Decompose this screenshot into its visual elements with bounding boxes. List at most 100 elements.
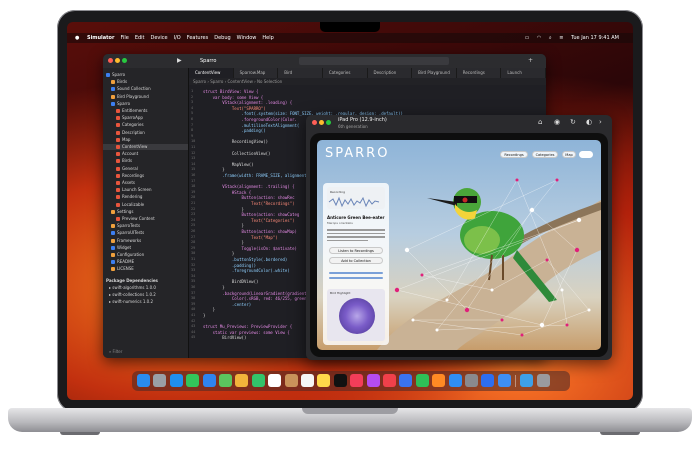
launchpad-icon[interactable] bbox=[153, 374, 167, 387]
settings-icon[interactable] bbox=[465, 374, 478, 387]
keynote-icon[interactable] bbox=[399, 374, 413, 387]
appearance-icon[interactable]: ◐ bbox=[586, 118, 592, 126]
sidebar-item[interactable]: Settings bbox=[103, 209, 188, 215]
numbers-icon[interactable] bbox=[415, 374, 429, 387]
sidebar-item[interactable]: Configuration bbox=[103, 252, 188, 258]
editor-tab[interactable]: Bird bbox=[278, 68, 323, 78]
sidebar-item[interactable]: Localizable bbox=[103, 202, 188, 208]
minimize-window-button[interactable] bbox=[115, 58, 120, 63]
sidebar-item[interactable]: SparroApp bbox=[103, 115, 188, 121]
podcasts-icon[interactable] bbox=[366, 374, 380, 387]
menu-clock[interactable]: Tue Jan 17 9:41 AM bbox=[571, 33, 619, 43]
add-library-icon[interactable]: + bbox=[528, 57, 533, 64]
package-item[interactable]: ▸ swift-algorithms 1.0.0 bbox=[103, 285, 188, 291]
menu-item-simulator[interactable]: Simulator bbox=[87, 33, 114, 43]
sidebar-item[interactable]: Sound Collection bbox=[103, 86, 188, 92]
sidebar-item[interactable]: Rendering bbox=[103, 194, 188, 200]
simulator-icon[interactable] bbox=[497, 374, 511, 387]
sidebar-item[interactable]: Entitlements bbox=[103, 108, 188, 114]
finder-icon[interactable] bbox=[137, 374, 150, 387]
zoom-window-button[interactable] bbox=[122, 58, 127, 63]
package-item[interactable]: ▸ swift-collections 1.0.2 bbox=[103, 292, 188, 298]
contacts-icon[interactable] bbox=[284, 374, 298, 387]
sidebar-item[interactable]: Description bbox=[103, 130, 188, 136]
code-line[interactable]: .padding() bbox=[203, 128, 266, 134]
editor-tab[interactable]: Sparrow.Map bbox=[234, 68, 279, 78]
mail-icon[interactable] bbox=[202, 374, 216, 387]
scheme-name[interactable]: Sparro bbox=[200, 58, 216, 64]
editor-tab[interactable]: Description bbox=[368, 68, 413, 78]
apple-menu-icon[interactable]: ● bbox=[75, 33, 79, 43]
app-toggle[interactable] bbox=[579, 151, 593, 158]
menu-item-edit[interactable]: Edit bbox=[135, 33, 145, 43]
sidebar-item[interactable]: Widget bbox=[103, 245, 188, 251]
minimize-simulator-button[interactable] bbox=[319, 120, 324, 125]
sidebar-item[interactable]: Recordings bbox=[103, 173, 188, 179]
editor-tab[interactable]: Launch bbox=[501, 68, 546, 78]
sidebar-item[interactable]: LICENSE bbox=[103, 266, 188, 272]
messages-icon[interactable] bbox=[186, 374, 200, 387]
sidebar-item[interactable]: Birds bbox=[103, 79, 188, 85]
rotate-icon[interactable]: ↻ bbox=[570, 118, 576, 126]
trash-icon[interactable] bbox=[536, 374, 550, 387]
maps-icon[interactable] bbox=[219, 374, 232, 387]
editor-tab[interactable]: ContentView bbox=[189, 68, 234, 78]
screenshot-icon[interactable]: ◉ bbox=[554, 118, 560, 126]
app-store-icon[interactable] bbox=[448, 374, 462, 387]
search-icon[interactable]: ⌕ bbox=[549, 33, 552, 43]
sidebar-item[interactable]: Sparro bbox=[103, 101, 188, 107]
menu-item-file[interactable]: File bbox=[120, 33, 128, 43]
close-window-button[interactable] bbox=[108, 58, 113, 63]
sidebar-item[interactable]: Categories bbox=[103, 122, 188, 128]
photos-icon[interactable] bbox=[235, 374, 249, 387]
more-icon[interactable]: › bbox=[599, 118, 602, 126]
add-to-collection-button[interactable]: Add to Collection bbox=[329, 257, 383, 264]
battery-icon[interactable]: ▭ bbox=[525, 33, 530, 43]
sidebar-item[interactable]: Launch Screen bbox=[103, 187, 188, 193]
close-simulator-button[interactable] bbox=[312, 120, 317, 125]
sidebar-item[interactable]: Map bbox=[103, 137, 188, 143]
editor-tab[interactable]: Categories bbox=[323, 68, 368, 78]
code-line[interactable]: } bbox=[203, 313, 205, 319]
sidebar-item[interactable]: Sparro bbox=[103, 72, 188, 78]
sidebar-item[interactable]: SparroTests bbox=[103, 223, 188, 229]
facetime-icon[interactable] bbox=[251, 374, 265, 387]
sidebar-item[interactable]: SparroUITests bbox=[103, 230, 188, 236]
sidebar-item[interactable]: Preview Content bbox=[103, 216, 188, 222]
nav-button-map[interactable]: Map bbox=[562, 151, 576, 158]
sidebar-item[interactable]: ContentView bbox=[103, 144, 188, 150]
calendar-icon[interactable] bbox=[268, 374, 282, 387]
sidebar-item[interactable]: Birds bbox=[103, 158, 188, 164]
package-item[interactable]: ▸ swift-numerics 1.0.2 bbox=[103, 299, 188, 305]
listen-recordings-button[interactable]: Listen to Recordings bbox=[329, 247, 383, 254]
code-line[interactable]: .frame(width: FRAME_SIZE, alignment bbox=[203, 173, 306, 179]
code-line[interactable]: CollectionView() bbox=[203, 151, 271, 157]
folder-icon[interactable] bbox=[520, 374, 534, 387]
news-icon[interactable] bbox=[383, 374, 396, 387]
control-center-icon[interactable]: ≡ bbox=[559, 33, 563, 43]
menu-item-device[interactable]: Device bbox=[151, 33, 168, 43]
tv-icon[interactable] bbox=[333, 374, 347, 387]
menu-item-window[interactable]: Window bbox=[237, 33, 257, 43]
run-button[interactable]: ▶ bbox=[177, 57, 182, 64]
slider-2[interactable] bbox=[329, 277, 383, 279]
sidebar-item[interactable]: Account bbox=[103, 151, 188, 157]
reminders-icon[interactable] bbox=[301, 374, 314, 387]
code-line[interactable]: RecordingView() bbox=[203, 139, 268, 145]
editor-tab[interactable]: Bird Playground bbox=[412, 68, 457, 78]
menu-item-i-o[interactable]: I/O bbox=[174, 33, 181, 43]
sidebar-item[interactable]: General bbox=[103, 166, 188, 172]
nav-button-recordings[interactable]: Recordings bbox=[500, 151, 528, 158]
nav-button-categories[interactable]: Categories bbox=[532, 151, 558, 158]
music-icon[interactable] bbox=[350, 374, 364, 387]
safari-icon[interactable] bbox=[169, 374, 183, 387]
wifi-icon[interactable]: ◠ bbox=[537, 33, 541, 43]
notes-icon[interactable] bbox=[317, 374, 331, 387]
code-line[interactable]: BirdView() bbox=[203, 335, 246, 341]
sidebar-item[interactable]: README bbox=[103, 259, 188, 265]
menu-item-features[interactable]: Features bbox=[187, 33, 209, 43]
sidebar-item[interactable]: Assets bbox=[103, 180, 188, 186]
pages-icon[interactable] bbox=[432, 374, 446, 387]
slider-1[interactable] bbox=[329, 272, 383, 274]
sidebar-item[interactable]: Bird Playground bbox=[103, 94, 188, 100]
